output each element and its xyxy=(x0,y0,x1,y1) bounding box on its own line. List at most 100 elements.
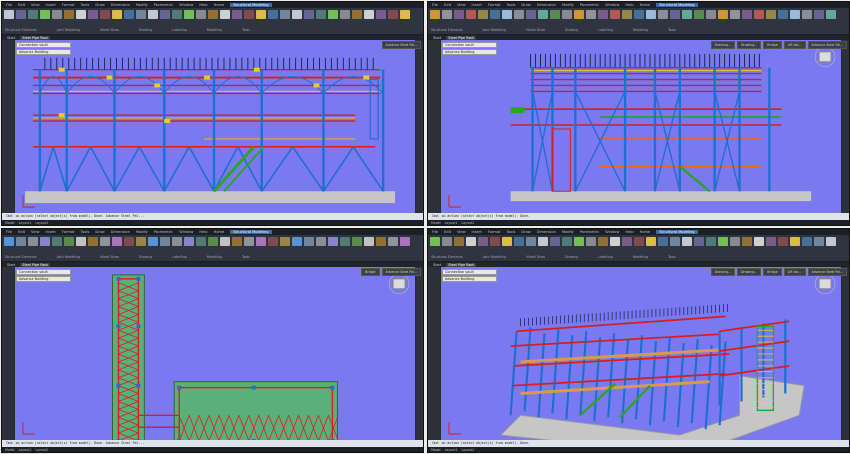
ribbon-tool-icon[interactable] xyxy=(742,10,752,19)
ribbon-tool-icon[interactable] xyxy=(478,237,488,246)
document-tab[interactable]: Steel Pipe Rack xyxy=(20,262,51,267)
ribbon-tool-icon[interactable] xyxy=(256,10,266,19)
ribbon-tool-icon[interactable] xyxy=(100,237,110,246)
palette-item[interactable]: Advance Building xyxy=(16,276,71,282)
ribbon-tool-icon[interactable] xyxy=(730,10,740,19)
menu-item[interactable]: Parametric xyxy=(580,3,599,7)
ribbon-tool-icon[interactable] xyxy=(52,10,62,19)
layout-tab[interactable]: Model xyxy=(431,448,441,452)
ribbon-tool-icon[interactable] xyxy=(718,10,728,19)
document-tab[interactable]: Steel Pipe Rack xyxy=(20,35,51,40)
ribbon-tool-icon[interactable] xyxy=(376,10,386,19)
ribbon-tool-icon[interactable] xyxy=(694,10,704,19)
ribbon-tool-icon[interactable] xyxy=(682,10,692,19)
menu-item[interactable]: Modify xyxy=(136,3,148,7)
ribbon-tool-icon[interactable] xyxy=(16,10,26,19)
ribbon-tool-icon[interactable] xyxy=(184,10,194,19)
ribbon-tool-icon[interactable] xyxy=(670,237,680,246)
floating-toolbar-item[interactable]: Drawing... xyxy=(710,268,735,276)
ribbon-tool-icon[interactable] xyxy=(586,10,596,19)
menu-item[interactable]: View xyxy=(31,3,40,7)
menu-item[interactable]: View xyxy=(457,230,466,234)
ribbon-tool-icon[interactable] xyxy=(466,237,476,246)
ribbon-tool-icon[interactable] xyxy=(730,237,740,246)
floating-toolbar-item[interactable]: Advance Steel Pal... xyxy=(807,268,847,276)
ribbon-tool-icon[interactable] xyxy=(244,10,254,19)
menu-item[interactable]: Structural Modeling xyxy=(230,3,272,7)
layout-tab[interactable]: Model xyxy=(5,221,15,225)
ribbon-tool-icon[interactable] xyxy=(598,10,608,19)
menu-item[interactable]: Parametric xyxy=(580,230,599,234)
ribbon-tool-icon[interactable] xyxy=(4,10,14,19)
ribbon-tool-icon[interactable] xyxy=(88,10,98,19)
command-line[interactable]: Cmd: ou action (select object(s) from mo… xyxy=(2,213,423,220)
ribbon-tool-icon[interactable] xyxy=(790,10,800,19)
ribbon-tool-icon[interactable] xyxy=(52,237,62,246)
menu-item[interactable]: Home xyxy=(214,230,225,234)
menu-item[interactable]: File xyxy=(432,230,438,234)
ribbon-tool-icon[interactable] xyxy=(148,10,158,19)
ribbon-tool-icon[interactable] xyxy=(826,237,836,246)
ribbon-tool-icon[interactable] xyxy=(550,10,560,19)
model-canvas[interactable] xyxy=(15,40,415,213)
palette-item[interactable]: Advance Building xyxy=(16,49,71,55)
ribbon-tool-icon[interactable] xyxy=(316,237,326,246)
menu-item[interactable]: Dimension xyxy=(537,230,556,234)
ribbon-tool-icon[interactable] xyxy=(388,237,398,246)
ribbon-tool-icon[interactable] xyxy=(364,237,374,246)
menu-item[interactable]: Edit xyxy=(444,3,451,7)
ribbon-tool-icon[interactable] xyxy=(316,10,326,19)
menu-item[interactable]: Draw xyxy=(95,230,104,234)
ribbon-tool-icon[interactable] xyxy=(268,10,278,19)
ribbon-tool-icon[interactable] xyxy=(502,10,512,19)
layout-tab[interactable]: Layout2 xyxy=(35,448,48,452)
ribbon-tool-icon[interactable] xyxy=(802,10,812,19)
ribbon-tool-icon[interactable] xyxy=(490,237,500,246)
ribbon-tool-icon[interactable] xyxy=(232,10,242,19)
ribbon-tool-icon[interactable] xyxy=(76,237,86,246)
ribbon-tool-icon[interactable] xyxy=(646,237,656,246)
palette-item[interactable]: Advance Building xyxy=(442,49,497,55)
palette-item[interactable]: Connection vault xyxy=(442,42,497,48)
menu-item[interactable]: Dimension xyxy=(111,3,130,7)
ribbon-tool-icon[interactable] xyxy=(610,10,620,19)
menu-item[interactable]: View xyxy=(457,3,466,7)
ribbon-tool-icon[interactable] xyxy=(514,237,524,246)
ribbon-tool-icon[interactable] xyxy=(814,237,824,246)
command-line[interactable]: Cmd: ou action (select object(s) from mo… xyxy=(2,440,423,447)
document-tab[interactable]: Steel Pipe Rack xyxy=(446,35,477,40)
ribbon-tool-icon[interactable] xyxy=(112,237,122,246)
ribbon-tool-icon[interactable] xyxy=(526,10,536,19)
right-toolbar[interactable] xyxy=(416,267,423,440)
layout-tab[interactable]: Model xyxy=(431,221,441,225)
document-tab[interactable]: Steel Pipe Rack xyxy=(446,262,477,267)
palette-item[interactable]: Connection vault xyxy=(16,269,71,275)
menu-item[interactable]: Insert xyxy=(472,230,482,234)
ribbon-tool-icon[interactable] xyxy=(610,237,620,246)
ribbon-tool-icon[interactable] xyxy=(442,10,452,19)
floating-toolbar-item[interactable]: Lift blo... xyxy=(783,41,806,49)
menu-item[interactable]: View xyxy=(31,230,40,234)
ribbon-tool-icon[interactable] xyxy=(292,237,302,246)
menu-item[interactable]: Modify xyxy=(136,230,148,234)
ribbon-tool-icon[interactable] xyxy=(136,237,146,246)
ribbon-tool-icon[interactable] xyxy=(622,10,632,19)
ribbon-tool-icon[interactable] xyxy=(388,10,398,19)
layout-tab[interactable]: Layout2 xyxy=(461,448,474,452)
floating-toolbar-item[interactable]: Advance Steel Pal... xyxy=(381,268,421,276)
ribbon-tool-icon[interactable] xyxy=(304,237,314,246)
left-toolbar[interactable] xyxy=(2,267,14,440)
ribbon-tool-icon[interactable] xyxy=(574,237,584,246)
ribbon-tool-icon[interactable] xyxy=(184,237,194,246)
document-tab[interactable]: Start xyxy=(431,36,443,40)
ribbon-tool-icon[interactable] xyxy=(538,10,548,19)
ribbon-tool-icon[interactable] xyxy=(478,10,488,19)
ribbon-tool-icon[interactable] xyxy=(574,10,584,19)
ribbon-tool-icon[interactable] xyxy=(88,237,98,246)
menu-item[interactable]: Modify xyxy=(562,3,574,7)
ribbon-tool-icon[interactable] xyxy=(538,237,548,246)
menu-item[interactable]: Format xyxy=(488,3,501,7)
ribbon-tool-icon[interactable] xyxy=(682,237,692,246)
ribbon-tool-icon[interactable] xyxy=(430,10,440,19)
ribbon-tool-icon[interactable] xyxy=(244,237,254,246)
